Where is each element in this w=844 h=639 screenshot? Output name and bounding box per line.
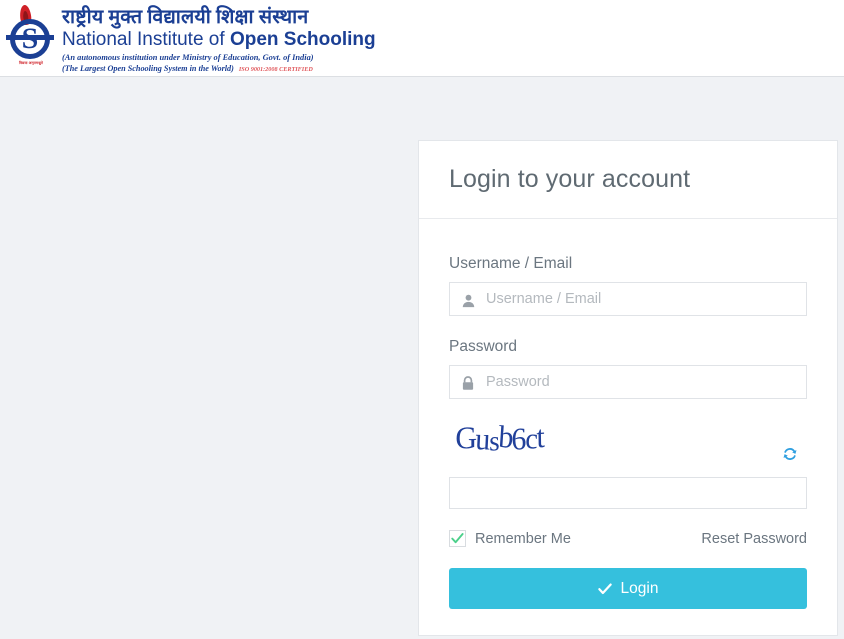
captcha-input-wrap[interactable]: [449, 477, 807, 509]
brand-subtitle-2: (The Largest Open Schooling System in th…: [62, 64, 234, 73]
captcha-input[interactable]: [450, 478, 806, 508]
captcha-char: G: [455, 420, 476, 457]
brand-iso-certification: ISO 9001:2008 CERTIFIED: [238, 66, 313, 73]
refresh-icon[interactable]: [781, 445, 799, 463]
login-card-header: Login to your account: [419, 141, 837, 219]
remember-me-checkbox[interactable]: Remember Me: [449, 530, 571, 547]
emblem-caption: विद्यया अमृतमश्नुते: [19, 61, 43, 65]
password-input[interactable]: [450, 366, 806, 398]
captcha-row: Gusb6ct: [449, 419, 807, 473]
nios-emblem-icon: S विद्यया अमृतमश्नुते: [6, 4, 56, 67]
brand-subtitle-1: (An autonomous institution under Ministr…: [62, 53, 314, 62]
username-input[interactable]: [450, 283, 806, 315]
captcha-char: 6: [511, 421, 526, 457]
emblem-letter: S: [21, 22, 39, 55]
password-field-wrap[interactable]: [449, 365, 807, 399]
brand-subtitle-2-row: (The Largest Open Schooling System in th…: [62, 64, 376, 74]
captcha-char: u: [474, 421, 490, 457]
username-field-wrap[interactable]: [449, 282, 807, 316]
remember-me-label: Remember Me: [475, 530, 571, 547]
options-row: Remember Me Reset Password: [449, 530, 807, 547]
brand-english-bold: Open Schooling: [229, 29, 376, 50]
check-icon: [451, 533, 464, 544]
brand-english-light: National Institute of: [62, 29, 230, 50]
login-button-label: Login: [620, 579, 659, 597]
username-label: Username / Email: [449, 255, 573, 272]
checkbox-box[interactable]: [449, 530, 466, 547]
password-label: Password: [449, 338, 518, 355]
brand-hindi-title: राष्ट्रीय मुक्त विद्यालयी शिक्षा संस्थान: [62, 7, 309, 28]
captcha-char: c: [524, 423, 537, 456]
brand-english-title: National Institute of Open Schooling: [62, 29, 376, 51]
site-header: S विद्यया अमृतमश्नुते राष्ट्रीय मुक्त वि…: [0, 0, 844, 77]
captcha-image: Gusb6ct: [455, 419, 544, 457]
captcha-char: t: [535, 419, 544, 455]
check-icon: [597, 583, 612, 594]
brand-text-block: राष्ट्रीय मुक्त विद्यालयी शिक्षा संस्थान…: [62, 5, 376, 74]
reset-password-link[interactable]: Reset Password: [701, 531, 807, 547]
page-title: Login to your account: [449, 165, 691, 193]
login-button[interactable]: Login: [449, 568, 807, 609]
login-form: Username / Email Password: [419, 219, 837, 609]
login-card: Login to your account Username / Email P…: [418, 140, 838, 636]
brand-logo-block: S विद्यया अमृतमश्नुते राष्ट्रीय मुक्त वि…: [6, 4, 376, 74]
